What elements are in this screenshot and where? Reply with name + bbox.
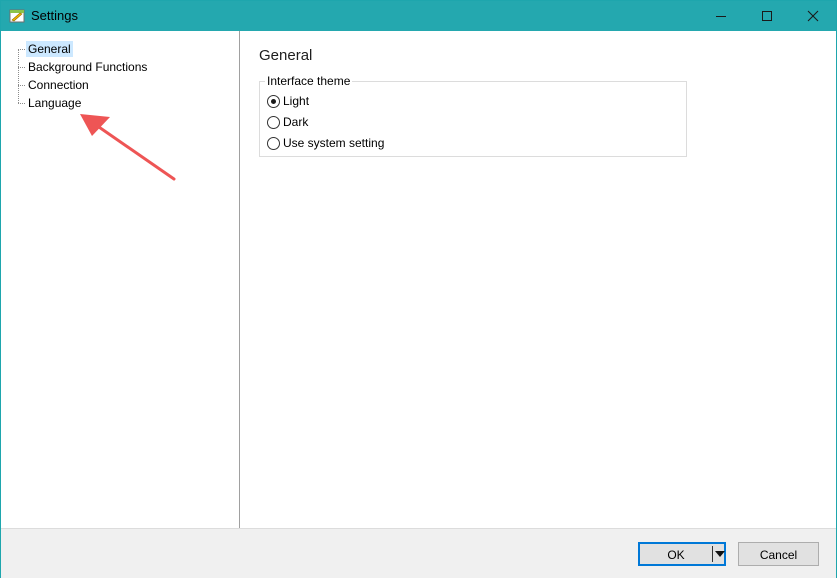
tree-item-label: Background Functions bbox=[28, 60, 148, 74]
minimize-icon bbox=[716, 16, 726, 17]
tree-item-label: Connection bbox=[28, 78, 89, 92]
cancel-button[interactable]: Cancel bbox=[738, 542, 819, 566]
ok-button-label: OK bbox=[667, 548, 685, 562]
page-title: General bbox=[259, 47, 313, 64]
radio-unchecked-icon bbox=[267, 116, 280, 129]
maximize-icon bbox=[762, 11, 772, 21]
app-icon bbox=[9, 9, 25, 23]
radio-label: Dark bbox=[283, 115, 309, 129]
group-legend: Interface theme bbox=[265, 74, 353, 88]
annotation-arrow-icon bbox=[80, 114, 176, 181]
title-bar[interactable]: Settings bbox=[1, 1, 836, 31]
close-button[interactable] bbox=[790, 1, 836, 31]
minimize-button[interactable] bbox=[698, 1, 744, 31]
dialog-footer: OK Cancel bbox=[1, 528, 836, 578]
interface-theme-group: Interface theme Light Dark Use system se… bbox=[259, 74, 687, 157]
radio-checked-icon bbox=[267, 95, 280, 108]
radio-unchecked-icon bbox=[267, 137, 280, 150]
settings-window: Settings General Background Functions Co… bbox=[0, 0, 837, 578]
window-title: Settings bbox=[31, 8, 78, 23]
maximize-button[interactable] bbox=[744, 1, 790, 31]
tree-item-label: General bbox=[26, 41, 73, 57]
tree-connector bbox=[18, 49, 19, 103]
dropdown-arrow-icon[interactable] bbox=[715, 551, 725, 557]
settings-content: General Interface theme Light Dark Use s… bbox=[240, 31, 836, 528]
cancel-button-label: Cancel bbox=[759, 548, 798, 562]
close-icon bbox=[807, 10, 819, 22]
ok-split-button[interactable]: OK bbox=[638, 542, 726, 566]
radio-label: Use system setting bbox=[283, 136, 385, 150]
radio-label: Light bbox=[283, 94, 310, 108]
